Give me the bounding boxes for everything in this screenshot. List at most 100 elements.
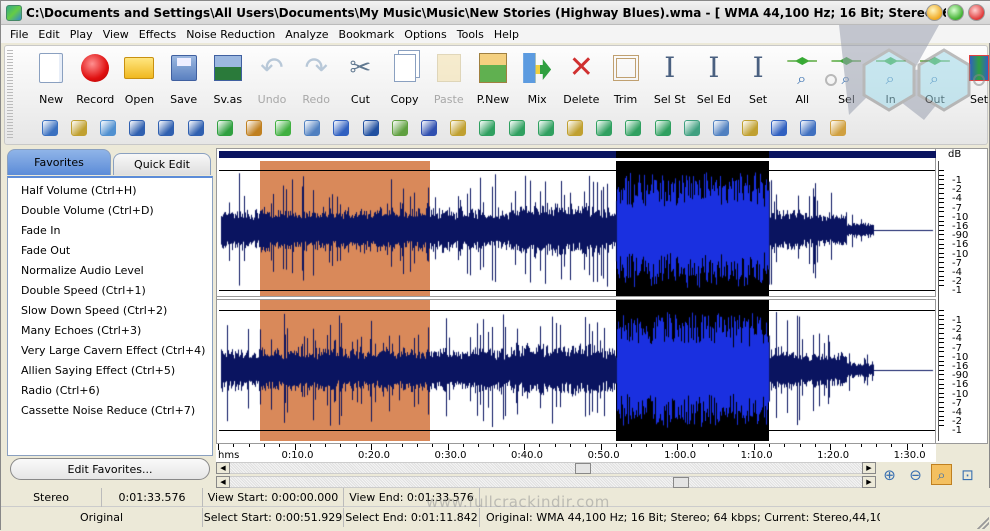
wave-expand-icon[interactable] xyxy=(502,117,531,139)
new-button[interactable]: New xyxy=(29,52,73,110)
db-tick xyxy=(939,425,944,426)
trim-button[interactable]: Trim xyxy=(603,52,647,110)
resize-grip[interactable] xyxy=(977,517,989,529)
menu-view[interactable]: View xyxy=(98,28,134,41)
paste-button[interactable]: Paste xyxy=(427,52,471,110)
menu-tools[interactable]: Tools xyxy=(452,28,489,41)
select-start-button[interactable]: I Sel St xyxy=(648,52,692,110)
time-down-icon[interactable] xyxy=(152,117,181,139)
record-button[interactable]: Record xyxy=(73,52,117,110)
horizontal-scrollbar[interactable]: ◀ ▶ xyxy=(216,462,876,474)
zoom-out-button[interactable]: Out xyxy=(913,52,957,110)
toolbar-grip[interactable] xyxy=(7,50,13,140)
open-button[interactable]: Open xyxy=(117,52,161,110)
fade-ramp-icon[interactable] xyxy=(269,117,298,139)
redo-button[interactable]: ↷ Redo xyxy=(294,52,338,110)
zoom-out-icon[interactable]: ⊖ xyxy=(905,464,926,485)
zoom-scrollbar[interactable]: ◀ ▶ xyxy=(216,476,876,488)
spectrum-icon[interactable] xyxy=(765,117,794,139)
menu-analyze[interactable]: Analyze xyxy=(280,28,333,41)
wave-stretch-icon[interactable] xyxy=(531,117,560,139)
set-selection-button[interactable]: I Set xyxy=(736,52,780,110)
tuning-fork-icon[interactable] xyxy=(444,117,473,139)
save-button[interactable]: Save xyxy=(162,52,206,110)
batch-icon[interactable] xyxy=(794,117,823,139)
menu-options[interactable]: Options xyxy=(399,28,451,41)
menu-edit[interactable]: Edit xyxy=(33,28,64,41)
echo-dots-icon[interactable] xyxy=(298,117,327,139)
favorite-item[interactable]: Very Large Cavern Effect (Ctrl+4) xyxy=(8,341,212,361)
waveform-view[interactable] xyxy=(216,148,937,445)
center-wave-icon[interactable] xyxy=(648,117,677,139)
edit-favorites-button[interactable]: Edit Favorites... xyxy=(10,458,210,480)
maximize-button[interactable] xyxy=(947,4,964,21)
swap-channels-icon[interactable] xyxy=(677,117,706,139)
zoom-selection-button[interactable]: Sel xyxy=(824,52,868,110)
menu-play[interactable]: Play xyxy=(65,28,98,41)
zoom-scroll-right-button[interactable]: ▶ xyxy=(862,476,876,488)
shuffle-icon[interactable] xyxy=(706,117,735,139)
reverb-icon[interactable] xyxy=(327,117,356,139)
zoom-scroll-thumb[interactable] xyxy=(673,477,690,488)
favorite-item[interactable]: Double Speed (Ctrl+1) xyxy=(8,281,212,301)
favorite-item[interactable]: Fade Out xyxy=(8,241,212,261)
time-ruler[interactable]: hms 0:10.0 0:20.0 0:30.0 0:40.0 0:50.0 1:00.0… xyxy=(216,444,936,462)
fade-in-icon[interactable] xyxy=(590,117,619,139)
filter-box-icon[interactable] xyxy=(356,117,385,139)
favorite-item[interactable]: Half Volume (Ctrl+H) xyxy=(8,181,212,201)
leaf-effect-icon[interactable] xyxy=(210,117,239,139)
amplify-icon[interactable] xyxy=(64,117,93,139)
scroll-left-button[interactable]: ◀ xyxy=(216,462,230,474)
minimize-button[interactable] xyxy=(926,4,943,21)
menu-noise-reduction[interactable]: Noise Reduction xyxy=(181,28,280,41)
peak-icon[interactable] xyxy=(560,117,589,139)
stopwatch-icon[interactable] xyxy=(35,117,64,139)
save-as-button[interactable]: Sv.as xyxy=(206,52,250,110)
favorite-item[interactable]: Many Echoes (Ctrl+3) xyxy=(8,321,212,341)
time-icon[interactable] xyxy=(123,117,152,139)
delete-button[interactable]: ✕ Delete xyxy=(559,52,603,110)
favorite-item[interactable]: Slow Down Speed (Ctrl+2) xyxy=(8,301,212,321)
zoom-in-button[interactable]: In xyxy=(869,52,913,110)
time-up-icon[interactable] xyxy=(181,117,210,139)
mix-button[interactable]: Mix xyxy=(515,52,559,110)
ruler-label: 1:10.0 xyxy=(740,450,773,461)
menu-effects[interactable]: Effects xyxy=(134,28,181,41)
undo-button[interactable]: ↶ Undo xyxy=(250,52,294,110)
tab-quick-edit[interactable]: Quick Edit xyxy=(113,153,211,175)
select-end-button[interactable]: I Sel Ed xyxy=(692,52,736,110)
equalizer-band-icon[interactable] xyxy=(239,117,268,139)
copy-button[interactable]: Copy xyxy=(383,52,427,110)
fade-out-icon[interactable] xyxy=(619,117,648,139)
paste-new-button[interactable]: P.New xyxy=(471,52,515,110)
reverse-icon[interactable] xyxy=(736,117,765,139)
flanger-icon[interactable] xyxy=(385,117,414,139)
ruler-label: 1:00.0 xyxy=(664,450,697,461)
leaf-effect-icon-glyph xyxy=(216,120,233,136)
menu-help[interactable]: Help xyxy=(489,28,524,41)
cut-button[interactable]: ✂ Cut xyxy=(338,52,382,110)
normalize-icon[interactable] xyxy=(93,117,122,139)
zoom-all-button[interactable]: All xyxy=(780,52,824,110)
favorite-item[interactable]: Normalize Audio Level xyxy=(8,261,212,281)
favorite-item[interactable]: Radio (Ctrl+6) xyxy=(8,381,212,401)
menu-file[interactable]: File xyxy=(5,28,33,41)
zoom-all-icon[interactable]: ⊡ xyxy=(957,464,978,485)
zoom-scroll-left-button[interactable]: ◀ xyxy=(216,476,230,488)
menu-bookmark[interactable]: Bookmark xyxy=(334,28,400,41)
close-button[interactable] xyxy=(968,4,985,21)
zoom-set-button[interactable]: Set xyxy=(957,52,990,110)
favorite-item[interactable]: Cassette Noise Reduce (Ctrl+7) xyxy=(8,401,212,421)
chorus-icon[interactable] xyxy=(414,117,443,139)
wave-compress-icon[interactable] xyxy=(473,117,502,139)
db-tick xyxy=(939,183,944,185)
favorite-item[interactable]: Fade In xyxy=(8,221,212,241)
tab-favorites[interactable]: Favorites xyxy=(7,149,111,175)
zoom-selection-icon[interactable]: ⌕ xyxy=(931,464,952,485)
scroll-thumb[interactable] xyxy=(574,463,591,474)
favorite-item[interactable]: Allien Saying Effect (Ctrl+5) xyxy=(8,361,212,381)
favorite-item[interactable]: Double Volume (Ctrl+D) xyxy=(8,201,212,221)
scroll-right-button[interactable]: ▶ xyxy=(862,462,876,474)
zoom-in-icon[interactable]: ⊕ xyxy=(879,464,900,485)
mute-icon[interactable] xyxy=(823,117,852,139)
